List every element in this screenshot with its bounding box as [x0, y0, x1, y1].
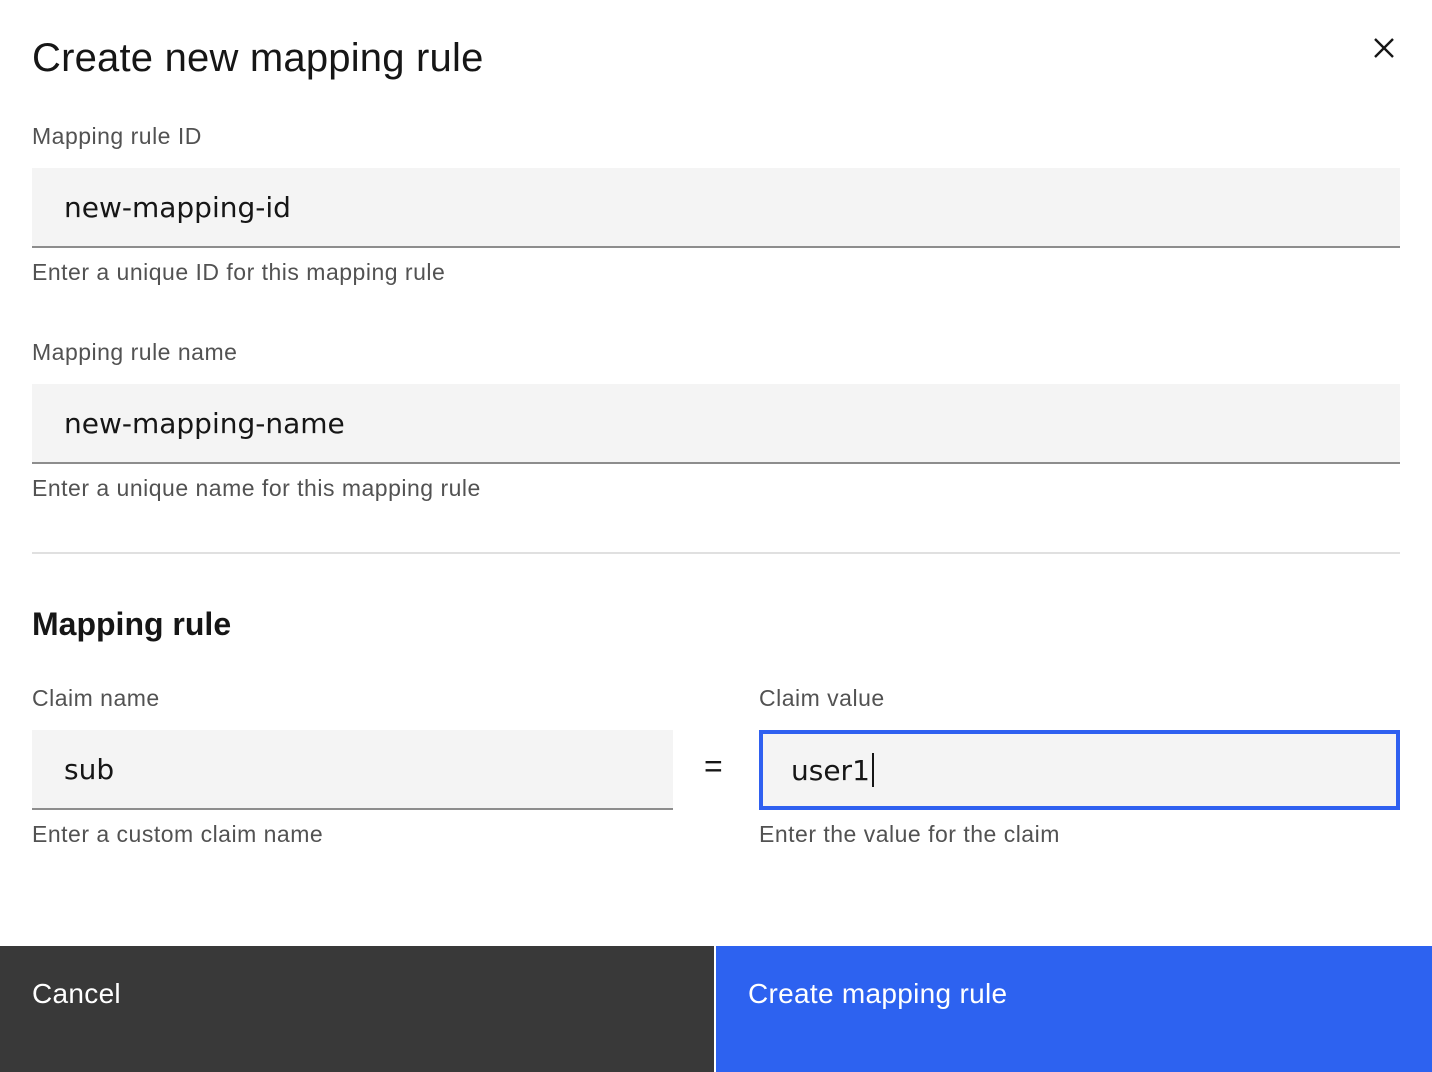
mapping-name-input[interactable]: new-mapping-name	[32, 384, 1400, 464]
mapping-id-value: new-mapping-id	[64, 190, 291, 224]
text-cursor	[871, 753, 874, 787]
mapping-id-input[interactable]: new-mapping-id	[32, 168, 1400, 248]
claim-value-input[interactable]: user1	[759, 730, 1400, 810]
claim-name-label: Claim name	[32, 685, 160, 711]
close-icon	[1374, 38, 1394, 58]
create-mapping-rule-modal: Create new mapping rule Mapping rule ID …	[0, 0, 1432, 1072]
claim-name-value: sub	[64, 752, 115, 786]
mapping-id-label: Mapping rule ID	[32, 123, 202, 149]
claim-value-helper: Enter the value for the claim	[759, 821, 1060, 847]
mapping-name-value: new-mapping-name	[64, 406, 345, 440]
mapping-name-label: Mapping rule name	[32, 339, 238, 365]
create-mapping-rule-button[interactable]: Create mapping rule	[716, 946, 1432, 1072]
mapping-id-helper: Enter a unique ID for this mapping rule	[32, 259, 446, 285]
modal-title: Create new mapping rule	[32, 36, 484, 80]
cancel-button[interactable]: Cancel	[0, 946, 714, 1072]
close-button[interactable]	[1360, 24, 1408, 72]
claim-name-helper: Enter a custom claim name	[32, 821, 324, 847]
section-divider	[32, 552, 1400, 554]
mapping-name-helper: Enter a unique name for this mapping rul…	[32, 475, 481, 501]
claim-value-value: user1	[791, 753, 870, 787]
claim-value-label: Claim value	[759, 685, 885, 711]
equals-operator: =	[704, 748, 723, 784]
mapping-rule-heading: Mapping rule	[32, 606, 232, 642]
claim-name-input[interactable]: sub	[32, 730, 673, 810]
modal-footer: Cancel Create mapping rule	[0, 946, 1432, 1072]
